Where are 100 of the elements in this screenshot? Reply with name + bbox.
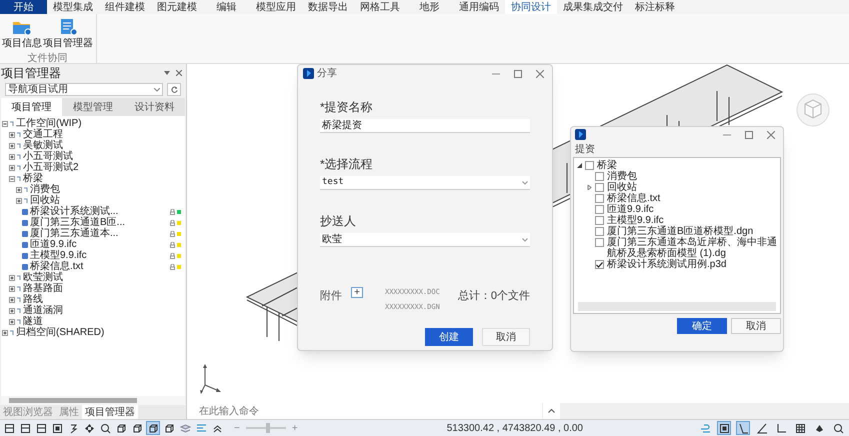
- ribbon-tab[interactable]: 模型集成: [47, 0, 99, 14]
- scrollbar-thumb[interactable]: [9, 398, 137, 403]
- tool-button[interactable]: [755, 421, 769, 435]
- checkbox[interactable]: [595, 172, 604, 181]
- expand-arrow-icon[interactable]: [577, 163, 582, 168]
- select-field[interactable]: test: [320, 176, 530, 190]
- horizontal-scrollbar[interactable]: [578, 302, 776, 311]
- app-logo-icon: [575, 129, 586, 140]
- expand-toggle[interactable]: [16, 186, 22, 192]
- expand-toggle[interactable]: [9, 132, 15, 138]
- tree-item[interactable]: 主模型9.9.ifc: [607, 215, 664, 226]
- project-select[interactable]: 导航项目试用: [5, 83, 163, 96]
- lock-icon: [170, 208, 175, 214]
- tool-button[interactable]: [736, 421, 750, 435]
- close-icon[interactable]: [536, 70, 544, 78]
- ribbon-tab[interactable]: 网格工具: [354, 0, 406, 14]
- field-label: 抄送人: [320, 214, 357, 228]
- tool-button[interactable]: [34, 421, 48, 435]
- tool-button[interactable]: [793, 421, 807, 435]
- expand-toggle[interactable]: [9, 164, 15, 170]
- ribbon-tab[interactable]: 图元建模: [151, 0, 203, 14]
- tool-button[interactable]: [18, 421, 32, 435]
- checkbox[interactable]: [595, 194, 604, 203]
- checkbox[interactable]: [595, 183, 604, 192]
- panel-tab[interactable]: 设计资料: [124, 98, 185, 116]
- ribbon-tab[interactable]: 地形: [406, 0, 453, 14]
- ribbon-tab[interactable]: 通用编码: [453, 0, 505, 14]
- expand-toggle[interactable]: [9, 274, 15, 280]
- expand-toggle[interactable]: [9, 296, 15, 302]
- tool-button[interactable]: [717, 421, 731, 435]
- create-button[interactable]: 创建: [425, 328, 473, 346]
- double-chevron-icon: [212, 422, 222, 434]
- zoom-icon: [100, 422, 110, 434]
- checkbox[interactable]: [585, 161, 594, 170]
- checkbox[interactable]: [595, 260, 604, 269]
- expand-toggle[interactable]: [2, 120, 8, 126]
- tree-item[interactable]: 桥梁信息.txt: [607, 193, 660, 204]
- checkbox[interactable]: [595, 216, 604, 225]
- expand-toggle[interactable]: [16, 198, 22, 204]
- refresh-button[interactable]: [167, 83, 181, 96]
- chevron-up-icon: [548, 409, 555, 413]
- tool-button[interactable]: [146, 421, 160, 435]
- cancel-button[interactable]: 取消: [731, 318, 781, 334]
- close-icon[interactable]: [767, 130, 775, 138]
- ribbon-tab[interactable]: 编辑: [203, 0, 250, 14]
- input-field[interactable]: 桥梁提资: [320, 119, 530, 133]
- ribbon-button[interactable]: 项目管理器: [43, 18, 93, 51]
- expand-toggle[interactable]: [9, 318, 15, 324]
- slider-thumb[interactable]: [266, 423, 270, 433]
- tool-button[interactable]: [50, 421, 64, 435]
- ribbon-tab[interactable]: 组件建模: [99, 0, 151, 14]
- ribbon-tab[interactable]: 模型应用: [250, 0, 302, 14]
- maximize-icon[interactable]: [514, 70, 522, 78]
- ribbon-tab[interactable]: 成果集成交付: [557, 0, 629, 14]
- confirm-button[interactable]: 确定: [677, 318, 727, 334]
- select-field[interactable]: 欧莹: [320, 233, 530, 247]
- dialog-heading: 提资: [574, 143, 596, 157]
- maximize-icon[interactable]: [745, 130, 753, 138]
- ribbon-tab[interactable]: 数据导出: [302, 0, 354, 14]
- expand-toggle[interactable]: [9, 176, 15, 182]
- close-icon[interactable]: [176, 70, 182, 76]
- command-input[interactable]: 在此输入命令: [187, 403, 542, 419]
- panel-tab[interactable]: 项目管理器: [82, 405, 138, 419]
- ribbon-tab[interactable]: 协同设计: [505, 0, 557, 14]
- panel-tab[interactable]: 模型管理: [62, 98, 124, 116]
- add-attachment-button[interactable]: +: [351, 287, 363, 298]
- tree-item[interactable]: 匝道9.9.ifc: [607, 204, 654, 215]
- dropdown-caret-icon: [522, 238, 528, 242]
- expand-toggle[interactable]: [9, 154, 15, 160]
- tool-button[interactable]: [98, 421, 112, 435]
- tree-item[interactable]: 桥梁: [597, 160, 617, 171]
- ribbon-button[interactable]: 项目信息: [2, 18, 42, 51]
- expand-toggle[interactable]: [9, 286, 15, 292]
- dropdown-caret-icon[interactable]: [164, 70, 170, 74]
- grid-icon: [794, 422, 806, 434]
- tool-button[interactable]: [2, 421, 16, 435]
- start-menu-button[interactable]: 开始: [0, 0, 47, 14]
- lock-icon: [170, 264, 175, 270]
- ribbon-tab[interactable]: 标注标释: [629, 0, 681, 14]
- tree-item[interactable]: 桥梁设计系统测试用例.p3d: [607, 259, 726, 270]
- panel-tab[interactable]: 项目管理: [1, 98, 62, 116]
- dropdown-caret-icon: [154, 88, 160, 92]
- expand-button[interactable]: [542, 403, 560, 419]
- checkbox[interactable]: [595, 227, 604, 236]
- checkbox[interactable]: [595, 205, 604, 214]
- dropdown-caret-icon: [522, 180, 528, 184]
- tree-item[interactable]: 回收站: [607, 182, 637, 193]
- expand-toggle[interactable]: [2, 330, 8, 336]
- cube-icon: [164, 422, 174, 434]
- tree-item[interactable]: 消费包: [607, 171, 637, 182]
- pan-icon: [84, 422, 94, 434]
- angle-icon: [756, 422, 768, 434]
- tree-item[interactable]: 厦门第三东通道本岛近岸桥、海中非通航桥及悬索桥面模型 (1).dg: [607, 237, 780, 259]
- expand-toggle[interactable]: [9, 142, 15, 148]
- cancel-button[interactable]: 取消: [482, 328, 530, 346]
- expand-toggle[interactable]: [9, 308, 15, 314]
- tree-item[interactable]: 归档空间(SHARED): [16, 325, 104, 340]
- checkbox[interactable]: [595, 238, 604, 247]
- tool-button[interactable]: [831, 421, 845, 435]
- tree-item[interactable]: 厦门第三东通道B匝道桥模型.dgn: [607, 226, 754, 237]
